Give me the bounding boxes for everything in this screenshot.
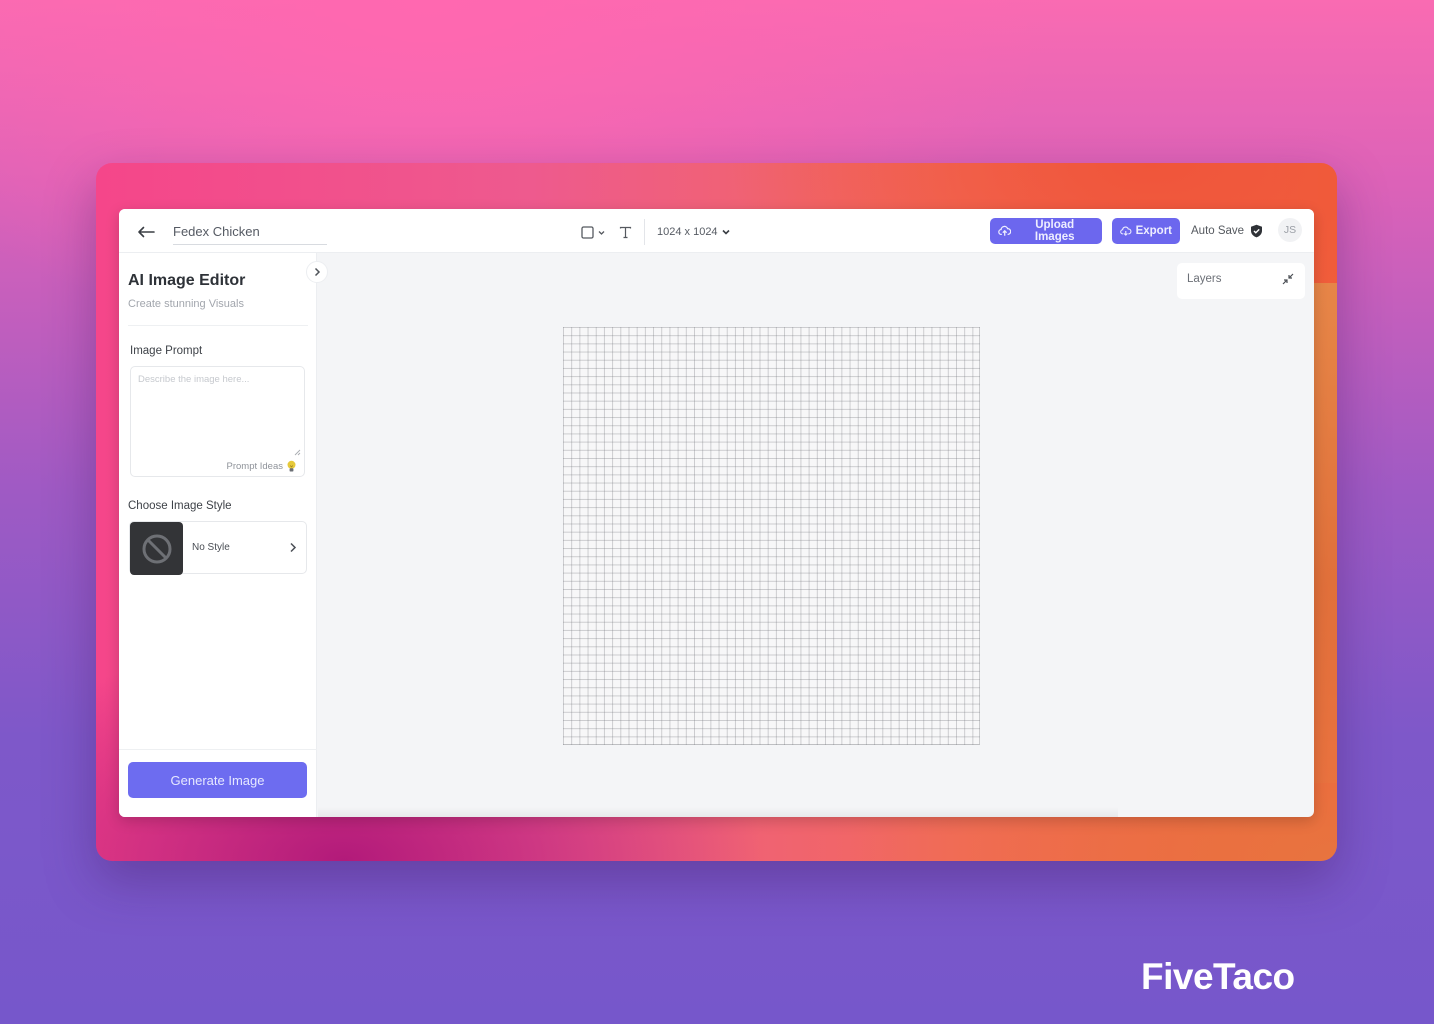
ban-icon [142,534,171,563]
autosave-toggle[interactable]: Auto Save [1191,224,1263,238]
image-prompt-label: Image Prompt [130,345,203,357]
generate-image-button[interactable]: Generate Image [128,762,307,798]
resize-handle-icon[interactable] [294,449,301,456]
canvas-area: Layers [318,253,1314,817]
export-button[interactable]: Export [1112,218,1180,244]
chevron-right-icon [290,542,297,553]
layers-panel: Layers [1177,263,1305,299]
autosave-label: Auto Save [1191,225,1245,237]
text-icon [619,226,632,238]
toolbar: 1024 x 1024 [581,219,731,245]
canvas-size-select[interactable]: 1024 x 1024 [657,226,731,238]
sidebar-collapse-button[interactable] [306,261,328,283]
export-label: Export [1135,225,1172,237]
sidebar-title: AI Image Editor [128,272,246,289]
cloud-download-icon [1120,226,1132,236]
toolbar-divider [644,219,645,245]
shape-tool-button[interactable] [581,225,606,239]
sidebar-divider [128,325,308,326]
canvas-size-value: 1024 x 1024 [657,226,718,238]
lightbulb-icon [287,460,296,472]
minimize-icon[interactable] [1282,273,1294,285]
brand-logo: FiveTaco [1141,956,1295,997]
editor-sidebar: AI Image Editor Create stunning Visuals … [119,253,317,817]
app-window: 1024 x 1024 Upload Images Export Auto Sa… [119,209,1314,817]
chevron-right-icon [314,267,320,277]
image-canvas-grid[interactable] [563,327,980,745]
prompt-ideas-label: Prompt Ideas [226,461,284,472]
square-icon [581,225,594,239]
back-button[interactable] [136,223,156,241]
chevron-down-icon [598,230,605,235]
shield-check-icon [1251,224,1263,238]
user-avatar[interactable]: JS [1278,218,1302,242]
prompt-ideas-button[interactable]: Prompt Ideas [227,460,298,473]
layers-title: Layers [1187,273,1222,285]
style-thumbnail [130,522,183,575]
arrow-left-icon [138,226,155,238]
user-initials: JS [1283,224,1297,236]
chevron-down-icon [721,229,730,235]
sidebar-subtitle: Create stunning Visuals [128,298,244,310]
top-bar: 1024 x 1024 Upload Images Export Auto Sa… [119,209,1314,253]
upload-images-label: Upload Images [1034,219,1075,243]
text-tool-button[interactable] [619,226,632,239]
canvas-bottom-shadow [318,807,1118,817]
image-style-label: Choose Image Style [128,500,232,512]
image-prompt-field: Prompt Ideas [130,366,305,477]
image-style-selector[interactable]: No Style [129,521,307,575]
document-title-input[interactable] [173,221,327,245]
selected-style-name: No Style [192,542,230,553]
cloud-upload-icon [998,225,1012,236]
sidebar-footer-divider [119,749,317,750]
upload-images-button[interactable]: Upload Images [990,218,1102,244]
